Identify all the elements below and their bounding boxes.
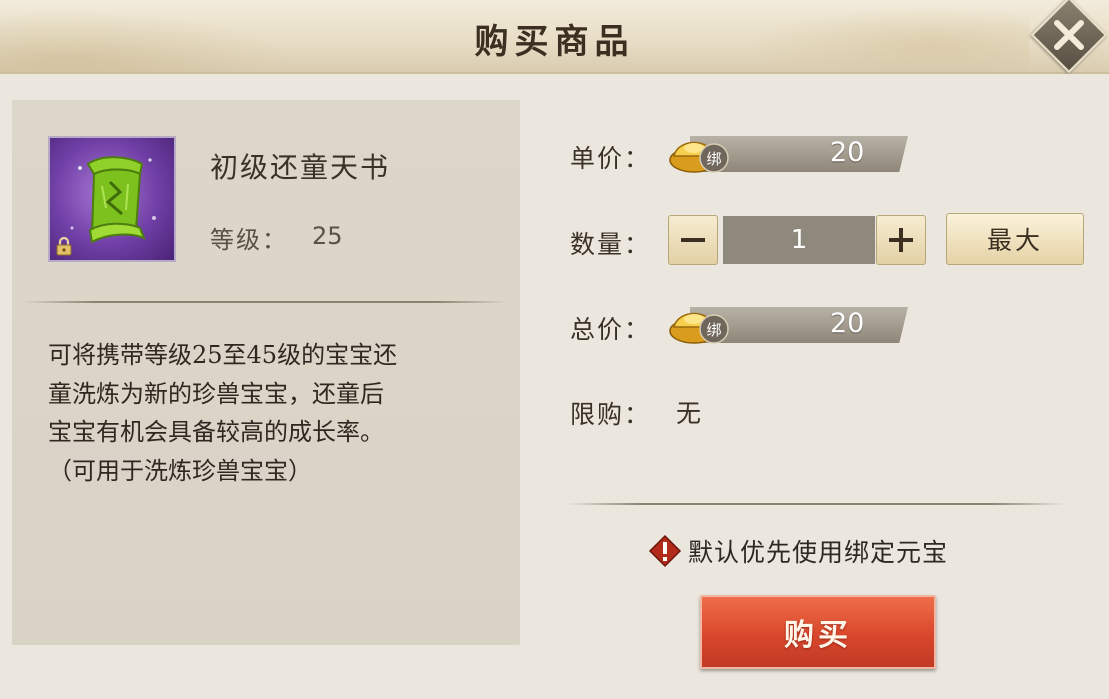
item-divider: [22, 301, 508, 303]
lock-icon: [54, 236, 74, 256]
description-line: 可将携带等级25至45级的宝宝还: [48, 341, 398, 369]
buy-button[interactable]: 购买: [700, 595, 936, 669]
item-description: 可将携带等级25至45级的宝宝还 童洗炼为新的珍兽宝宝，还童后 宝宝有机会具备较…: [48, 336, 488, 490]
quantity-label: 数量：: [570, 230, 652, 259]
increase-quantity-button[interactable]: [876, 215, 926, 265]
max-quantity-button[interactable]: 最大: [946, 213, 1084, 265]
item-level-label: 等级：: [210, 226, 288, 254]
purchase-limit-value: 无: [676, 399, 702, 428]
gold-ingot-icon: 绑: [668, 301, 732, 347]
dialog-title: 购买商品: [474, 22, 635, 62]
close-icon[interactable]: [1042, 8, 1096, 62]
purchase-divider: [566, 503, 1066, 505]
unit-price-label: 单价：: [570, 144, 652, 173]
warning-icon: [648, 534, 682, 568]
description-line: 宝宝有机会具备较高的成长率。: [48, 418, 384, 446]
currency-notice: 默认优先使用绑定元宝: [648, 533, 948, 569]
minus-icon: [681, 238, 705, 242]
gold-ingot-icon: 绑: [668, 130, 732, 176]
total-price-value: 20: [830, 308, 865, 339]
item-name: 初级还童天书: [210, 151, 391, 184]
item-level-value: 25: [312, 222, 343, 250]
currency-notice-text: 默认优先使用绑定元宝: [688, 538, 949, 567]
total-price-label: 总价：: [570, 315, 652, 344]
bound-currency-tag: 绑: [706, 321, 721, 339]
quantity-input[interactable]: 1: [723, 216, 875, 264]
description-line: 童洗炼为新的珍兽宝宝，还童后: [48, 379, 384, 408]
plus-icon: [889, 228, 913, 252]
unit-price-value: 20: [830, 137, 865, 168]
decrease-quantity-button[interactable]: [668, 215, 718, 265]
purchase-limit-label: 限购：: [570, 400, 652, 429]
bound-currency-tag: 绑: [706, 150, 721, 168]
description-line: （可用于洗炼珍兽宝宝）: [48, 456, 312, 485]
